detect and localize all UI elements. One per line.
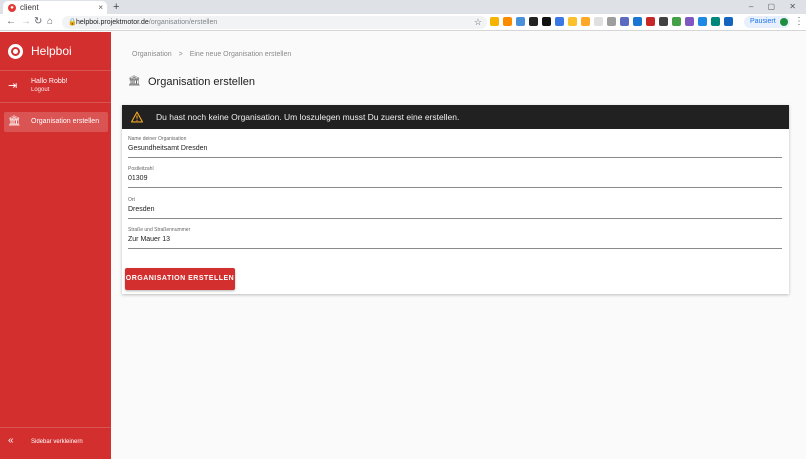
back-icon[interactable]: ← (6, 15, 16, 29)
browser-toolbar: ← → ↻ ⌂ 🔒 helpboi.projektmotor.de/organi… (0, 14, 806, 31)
new-tab-button[interactable]: + (113, 0, 119, 14)
breadcrumb-separator: > (178, 51, 183, 58)
breadcrumb-current: Eine neue Organisation erstellen (189, 51, 292, 58)
breadcrumb-root[interactable]: Organisation (132, 51, 172, 58)
postal-code-field: Postleitzahl (128, 166, 782, 188)
extension-icon[interactable] (490, 17, 499, 26)
extension-icon[interactable] (607, 17, 616, 26)
field-label: Postleitzahl (128, 166, 154, 172)
window-controls[interactable]: – ▢ ✕ (749, 0, 802, 14)
bookmark-star-icon[interactable]: ☆ (474, 16, 482, 29)
warning-icon (131, 111, 143, 123)
create-organisation-button[interactable]: ORGANISATION ERSTELLEN (125, 268, 235, 290)
logo-icon (8, 44, 23, 59)
url-text[interactable]: helpboi.projektmotor.de/organisation/ers… (76, 17, 217, 28)
city-field: Ort (128, 197, 782, 219)
field-label: Name deiner Organisation (128, 136, 187, 142)
profile-paused-button[interactable]: Pausiert (744, 16, 790, 28)
browser-menu-icon[interactable]: ⋮ (794, 15, 804, 29)
sidebar-item-organisation-erstellen[interactable]: 🏛 Organisation erstellen (4, 112, 108, 132)
home-icon[interactable]: ⌂ (47, 15, 53, 29)
extension-icon[interactable] (685, 17, 694, 26)
field-label: Straße und Straßennummer (128, 227, 191, 233)
tab-title: client (20, 3, 39, 12)
extension-icon[interactable] (646, 17, 655, 26)
extension-icon[interactable] (672, 17, 681, 26)
extension-icon[interactable] (529, 17, 538, 26)
extension-icon[interactable] (581, 17, 590, 26)
tab-close-icon[interactable]: × (98, 2, 103, 13)
browser-tab[interactable]: ● client × (3, 1, 107, 14)
organisation-name-input[interactable] (128, 143, 782, 154)
profile-status-label: Pausiert (750, 18, 776, 25)
brand-name: Helpboi (31, 44, 72, 58)
extension-icon[interactable] (555, 17, 564, 26)
divider (0, 427, 111, 428)
extension-icon[interactable] (503, 17, 512, 26)
extension-icon[interactable] (711, 17, 720, 26)
warning-alert: Du hast noch keine Organisation. Um losz… (122, 105, 789, 129)
extension-icon[interactable] (724, 17, 733, 26)
double-chevron-left-icon[interactable]: « (8, 435, 14, 447)
address-bar[interactable]: 🔒 helpboi.projektmotor.de/organisation/e… (62, 16, 487, 29)
reload-icon[interactable]: ↻ (34, 15, 42, 29)
extensions-bar (490, 17, 733, 26)
breadcrumb: Organisation > Eine neue Organisation er… (132, 50, 291, 59)
divider (0, 102, 111, 103)
sidebar-item-label: Organisation erstellen (31, 118, 100, 125)
extension-icon[interactable] (516, 17, 525, 26)
bank-icon: 🏛 (128, 76, 141, 87)
page-title: Organisation erstellen (148, 76, 256, 88)
forward-icon[interactable]: → (21, 15, 31, 29)
tab-favicon-icon: ● (8, 4, 16, 12)
street-input[interactable] (128, 234, 782, 245)
street-field: Straße und Straßennummer (128, 227, 782, 249)
field-label: Ort (128, 197, 135, 203)
extension-icon[interactable] (620, 17, 629, 26)
alert-message: Du hast noch keine Organisation. Um losz… (156, 112, 460, 122)
extension-icon[interactable] (659, 17, 668, 26)
divider (0, 70, 111, 71)
extension-icon[interactable] (568, 17, 577, 26)
organisation-name-field: Name deiner Organisation (128, 136, 782, 158)
city-input[interactable] (128, 204, 782, 215)
sidebar: Helpboi ⇥ Hallo Robb! Logout 🏛 Organisat… (0, 32, 111, 459)
extension-icon[interactable] (542, 17, 551, 26)
user-greeting: Hallo Robb! (31, 78, 68, 85)
collapse-sidebar-button[interactable]: Sidebar verkleinern (31, 438, 83, 447)
extension-icon[interactable] (698, 17, 707, 26)
avatar (780, 18, 788, 26)
postal-code-input[interactable] (128, 173, 782, 184)
organisation-form-card: Du hast noch keine Organisation. Um losz… (122, 105, 789, 294)
bank-icon: 🏛 (8, 116, 21, 127)
extension-icon[interactable] (633, 17, 642, 26)
logout-icon[interactable]: ⇥ (8, 80, 17, 92)
logout-link[interactable]: Logout (31, 86, 49, 94)
browser-tabstrip: ● client × + – ▢ ✕ (0, 0, 806, 14)
extension-icon[interactable] (594, 17, 603, 26)
